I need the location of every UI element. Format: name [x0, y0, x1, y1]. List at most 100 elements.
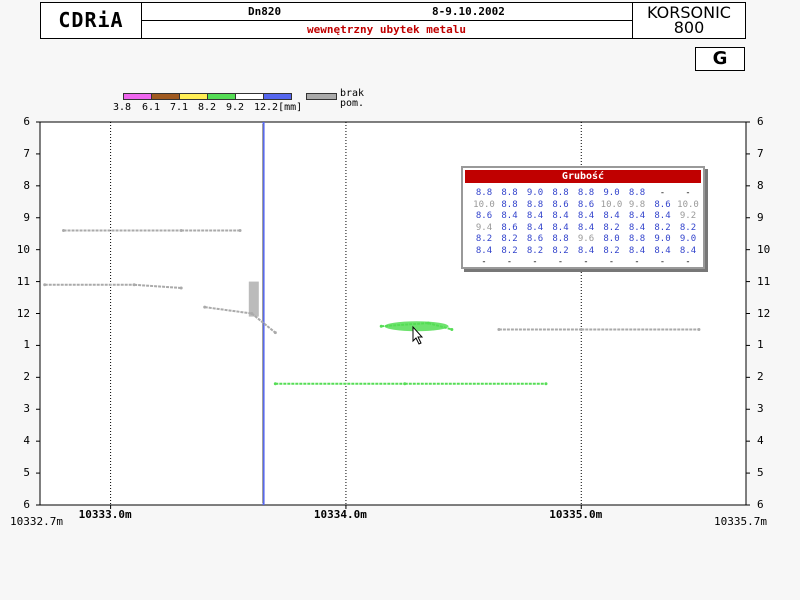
- x-tick-label: 10334.0m: [313, 508, 367, 521]
- y-tick-label: 7: [757, 146, 764, 160]
- series-1-point: [403, 382, 407, 386]
- y-tick-label: 6: [23, 498, 30, 511]
- table-cell: 8.2: [526, 245, 544, 256]
- y-tick-label: 12: [16, 306, 30, 320]
- table-cell: 8.6: [577, 199, 595, 210]
- series-1-point: [273, 382, 277, 386]
- table-cell: 8.4: [628, 222, 646, 233]
- table-cell: 8.4: [654, 245, 671, 256]
- x-tick-label: 10335.0m: [549, 508, 603, 521]
- table-cell: 10.0: [473, 199, 495, 210]
- table-cell: -: [659, 188, 666, 198]
- series-6-point: [697, 327, 701, 331]
- table-cell: 8.2: [501, 245, 518, 256]
- table-cell: 9.0: [603, 188, 620, 198]
- table-cell: 8.2: [654, 222, 671, 233]
- table-cell: 8.4: [501, 211, 518, 221]
- table-cell: -: [481, 257, 487, 267]
- table-cell: 8.8: [628, 234, 646, 244]
- missing-data-cluster: [248, 281, 259, 317]
- table-cell: 8.6: [501, 222, 518, 233]
- y-tick-label: 6: [23, 115, 30, 128]
- y-tick-label: 5: [757, 466, 764, 480]
- table-cell: 8.8: [577, 188, 595, 198]
- table-cell: -: [557, 257, 564, 267]
- table-cell: 8.2: [603, 222, 620, 233]
- series-4-point: [132, 283, 136, 287]
- table-cell: 9.6: [577, 234, 595, 244]
- table-cell: -: [506, 257, 513, 267]
- table-cell: -: [608, 257, 615, 267]
- table-cell: -: [532, 257, 538, 267]
- table-cell: 9.4: [475, 222, 493, 233]
- y-tick-label: 1: [757, 338, 764, 352]
- table-cell: 8.6: [552, 199, 569, 210]
- table-cell: 8.8: [475, 188, 493, 198]
- table-cell: 8.2: [501, 234, 518, 244]
- series-3-point: [179, 229, 183, 233]
- table-cell: -: [685, 257, 691, 267]
- y-tick-label: 9: [757, 210, 764, 224]
- y-tick-label: 4: [757, 434, 764, 448]
- table-cell: 8.6: [475, 211, 493, 221]
- table-cell: 8.4: [603, 211, 620, 221]
- y-tick-label: 12: [757, 306, 771, 320]
- y-tick-label: 11: [757, 274, 771, 288]
- table-cell: -: [634, 257, 640, 267]
- table-cell: 8.8: [552, 188, 569, 198]
- series-6-point: [497, 327, 501, 331]
- series-5-point: [203, 305, 207, 309]
- y-tick-label: 5: [23, 466, 30, 480]
- table-cell: 8.4: [526, 211, 544, 221]
- x-axis-start-label: 10332.7m: [10, 515, 63, 528]
- table-cell: -: [685, 188, 691, 198]
- y-tick-label: 2: [757, 370, 764, 384]
- y-tick-label: 3: [757, 402, 764, 416]
- y-tick-label: 8: [757, 178, 764, 192]
- table-cell: 8.4: [577, 245, 595, 256]
- table-cell: 8.4: [475, 245, 493, 256]
- series-1-point: [544, 382, 548, 386]
- table-cell: 8.4: [552, 211, 569, 221]
- y-tick-label: 3: [23, 402, 30, 416]
- table-cell: 8.2: [475, 234, 493, 244]
- y-tick-label: 1: [23, 338, 30, 352]
- table-cell: 8.4: [552, 222, 569, 233]
- table-cell: 8.4: [679, 245, 697, 256]
- table-cell: 9.0: [679, 234, 697, 244]
- table-cell: 8.4: [577, 222, 595, 233]
- table-cell: 9.0: [654, 234, 671, 244]
- table-cell: 9.8: [628, 199, 646, 210]
- table-cell: 8.8: [501, 188, 518, 198]
- table-cell: 8.4: [577, 211, 595, 221]
- series-3-point: [62, 229, 66, 233]
- y-tick-label: 7: [23, 146, 30, 160]
- y-tick-label: 8: [23, 178, 30, 192]
- table-cell: 10.0: [677, 199, 699, 210]
- table-cell: 8.8: [526, 199, 544, 210]
- table-cell: 8.6: [654, 199, 671, 210]
- table-cell: 8.4: [654, 211, 671, 221]
- y-tick-label: 6: [757, 498, 764, 511]
- series-3-point: [238, 229, 242, 233]
- thickness-table-title: Grubość: [465, 170, 701, 183]
- x-axis-end-label: 10335.7m: [714, 515, 767, 528]
- table-cell: 8.8: [628, 188, 646, 198]
- table-cell: 8.0: [603, 234, 620, 244]
- series-2-point: [450, 327, 454, 331]
- thickness-table-popup[interactable]: Grubość 8.8 8.8 9.0 8.8 8.8 9.0 8.8- -10.0 8.8 8.…: [461, 166, 705, 269]
- table-cell: 8.6: [526, 234, 544, 244]
- table-cell: 10.0: [600, 199, 623, 210]
- series-5-point: [273, 331, 277, 335]
- series-2-point: [379, 324, 383, 328]
- table-cell: -: [583, 257, 589, 267]
- defect-cluster-mark: [384, 321, 449, 332]
- table-cell: 8.2: [552, 245, 569, 256]
- table-cell: 9.2: [679, 211, 697, 221]
- table-cell: 8.4: [628, 245, 646, 256]
- series-4-point: [179, 286, 183, 290]
- table-cell: 8.2: [679, 222, 697, 233]
- table-cell: 9.0: [526, 188, 544, 198]
- table-cell: 8.4: [628, 211, 646, 221]
- table-cell: 8.8: [501, 199, 518, 210]
